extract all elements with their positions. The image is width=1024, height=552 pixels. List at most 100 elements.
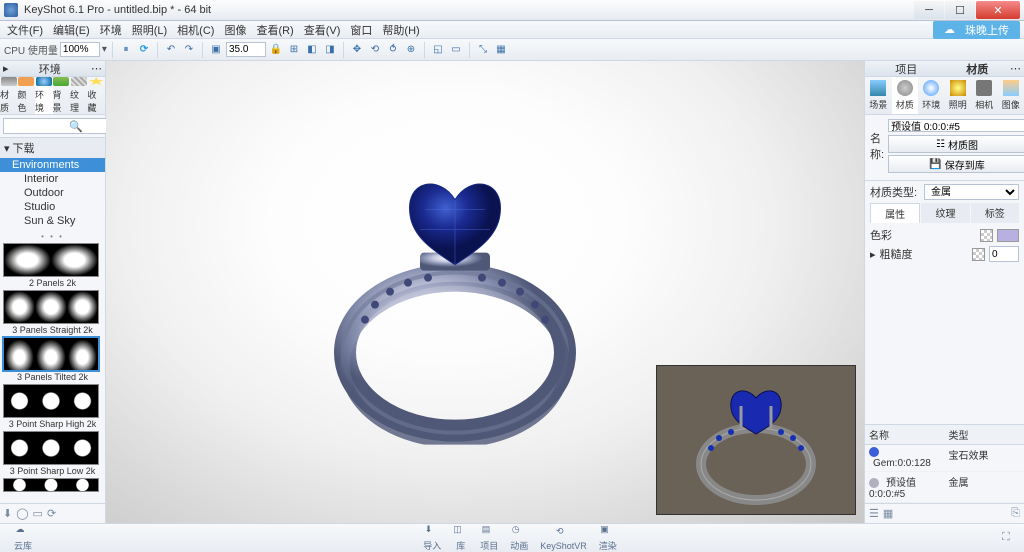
menu-light[interactable]: 照明(L): [129, 22, 170, 38]
camera-icon: [976, 80, 992, 96]
refresh-icon[interactable]: ⟳: [136, 42, 152, 58]
geometry-preview[interactable]: [656, 365, 856, 515]
region-icon[interactable]: ▦: [493, 42, 509, 58]
tab-textures[interactable]: 纹理: [70, 77, 88, 114]
dropdown-icon[interactable]: ▾: [102, 44, 107, 55]
redo-icon[interactable]: ↷: [181, 42, 197, 58]
save-to-library-button[interactable]: 💾保存到库: [888, 155, 1024, 173]
import-button[interactable]: ⬇导入: [423, 524, 441, 552]
refresh-small-icon[interactable]: ⟳: [47, 507, 56, 520]
menu-render[interactable]: 查看(R): [253, 22, 296, 38]
right-panel-title: 项目 材质 ⋯: [865, 61, 1024, 77]
tab-materials[interactable]: 材质: [0, 77, 18, 114]
material-name-input[interactable]: [888, 119, 1024, 132]
tab-colors[interactable]: 颜色: [18, 77, 36, 114]
env-thumb[interactable]: 3 Panels Tilted 2k: [3, 337, 102, 382]
render-button[interactable]: ▣渲染: [599, 524, 617, 552]
env-thumb[interactable]: 3 Point Sharp High 2k: [3, 384, 102, 429]
subtab-properties[interactable]: 属性: [870, 203, 920, 223]
library-button[interactable]: ◫库: [453, 524, 468, 552]
cloud-library-button[interactable]: ☁云库: [14, 524, 32, 552]
project-button[interactable]: ▤项目: [480, 524, 498, 552]
fullscreen-icon[interactable]: ⛶: [1002, 531, 1016, 545]
env-thumb[interactable]: 3 Point Sharp Low 2k: [3, 431, 102, 476]
environment-icon: [36, 77, 52, 86]
link-icon[interactable]: ⎘: [1011, 507, 1020, 520]
move-icon[interactable]: ✥: [349, 42, 365, 58]
dolly-icon[interactable]: ⥀: [385, 42, 401, 58]
panel-menu-icon[interactable]: ⋯: [1010, 62, 1021, 75]
render-viewport[interactable]: [106, 61, 864, 523]
menu-edit[interactable]: 编辑(E): [50, 22, 93, 38]
maximize-button[interactable]: ☐: [945, 1, 975, 19]
tab-environment[interactable]: 环境: [918, 77, 945, 114]
undo-icon[interactable]: ↶: [163, 42, 179, 58]
panel-menu-icon[interactable]: ⋯: [91, 62, 102, 75]
tab-environments[interactable]: 环境: [35, 77, 53, 114]
folder-icon[interactable]: ▭: [33, 507, 43, 520]
tab-image[interactable]: 图像: [998, 77, 1024, 114]
texture-map-icon[interactable]: [972, 248, 985, 261]
materials-icon: [1, 77, 17, 86]
subtab-labels[interactable]: 标签: [971, 203, 1019, 223]
add-icon[interactable]: ◯: [16, 507, 28, 520]
expand-icon[interactable]: ▸: [870, 248, 876, 261]
texture-map-icon[interactable]: [980, 229, 993, 242]
grid-icon[interactable]: ⊞: [286, 42, 302, 58]
tree-header[interactable]: ▾下载: [0, 138, 105, 158]
divider-dots: • • •: [0, 232, 105, 241]
keyshotvr-button[interactable]: ⟲KeyShotVR: [540, 526, 587, 551]
tree-node[interactable]: Sun & Sky: [0, 214, 105, 228]
table-row[interactable]: 预设值 0:0:0:#5金属: [865, 472, 1024, 503]
zoom-field[interactable]: [226, 42, 266, 57]
table-row[interactable]: Gem:0:0:128宝石效果: [865, 445, 1024, 472]
menu-camera[interactable]: 相机(C): [174, 22, 217, 38]
screenshot-icon[interactable]: ▣: [208, 42, 224, 58]
tree-node[interactable]: Studio: [0, 200, 105, 214]
camera-icon[interactable]: ▭: [448, 42, 464, 58]
roughness-input[interactable]: [989, 246, 1019, 262]
tab-favorites[interactable]: 收藏: [88, 77, 106, 114]
tool-icon[interactable]: ◨: [322, 42, 338, 58]
tab-lighting[interactable]: 照明: [945, 77, 972, 114]
close-button[interactable]: ✕: [976, 1, 1020, 19]
roughness-label: 粗糙度: [880, 246, 966, 262]
tab-scene[interactable]: 场景: [865, 77, 892, 114]
import-icon[interactable]: ⬇: [3, 507, 12, 520]
tab-backplates[interactable]: 背景: [53, 77, 71, 114]
material-graph-button[interactable]: ☷材质图: [888, 135, 1024, 153]
tumble-icon[interactable]: ⟲: [367, 42, 383, 58]
menu-env[interactable]: 环境: [97, 22, 125, 38]
tree-node[interactable]: Interior: [0, 172, 105, 186]
color-swatch[interactable]: [997, 229, 1019, 242]
perspective-icon[interactable]: ◱: [430, 42, 446, 58]
cloud-upload-button[interactable]: ☁ 珠晚上传: [933, 21, 1020, 39]
tool-icon[interactable]: ◧: [304, 42, 320, 58]
pan-icon[interactable]: ⊕: [403, 42, 419, 58]
env-thumb[interactable]: [3, 478, 102, 492]
menu-image[interactable]: 图像: [221, 22, 249, 38]
pause-icon[interactable]: ⏸: [118, 42, 134, 58]
cpu-usage-field[interactable]: [60, 42, 100, 57]
main-toolbar: CPU 使用量 ▾ ⏸ ⟳ ↶ ↷ ▣ 🔒 ⊞ ◧ ◨ ✥ ⟲ ⥀ ⊕ ◱ ▭ …: [0, 39, 1024, 61]
menu-file[interactable]: 文件(F): [4, 22, 46, 38]
env-thumb[interactable]: 2 Panels 2k: [3, 243, 102, 288]
menu-view[interactable]: 查看(V): [301, 22, 344, 38]
subtab-textures[interactable]: 纹理: [921, 203, 969, 223]
environment-tree: ▾下载 Environments Interior Outdoor Studio…: [0, 138, 105, 228]
tree-node-environments[interactable]: Environments: [0, 158, 105, 172]
material-type-select[interactable]: 金属: [924, 184, 1019, 200]
lock-icon[interactable]: 🔒: [268, 42, 284, 58]
expand-icon[interactable]: ⤡: [475, 42, 491, 58]
grid-view-icon[interactable]: ▦: [883, 507, 893, 520]
env-thumb[interactable]: 3 Panels Straight 2k: [3, 290, 102, 335]
menu-window[interactable]: 窗口: [347, 22, 375, 38]
environment-icon: [923, 80, 939, 96]
tab-material[interactable]: 材质: [892, 77, 919, 114]
tree-node[interactable]: Outdoor: [0, 186, 105, 200]
animation-button[interactable]: ◷动画: [510, 524, 528, 552]
tab-camera[interactable]: 相机: [971, 77, 998, 114]
menu-help[interactable]: 帮助(H): [379, 22, 422, 38]
minimize-button[interactable]: ─: [914, 1, 944, 19]
list-view-icon[interactable]: ☰: [869, 507, 879, 520]
